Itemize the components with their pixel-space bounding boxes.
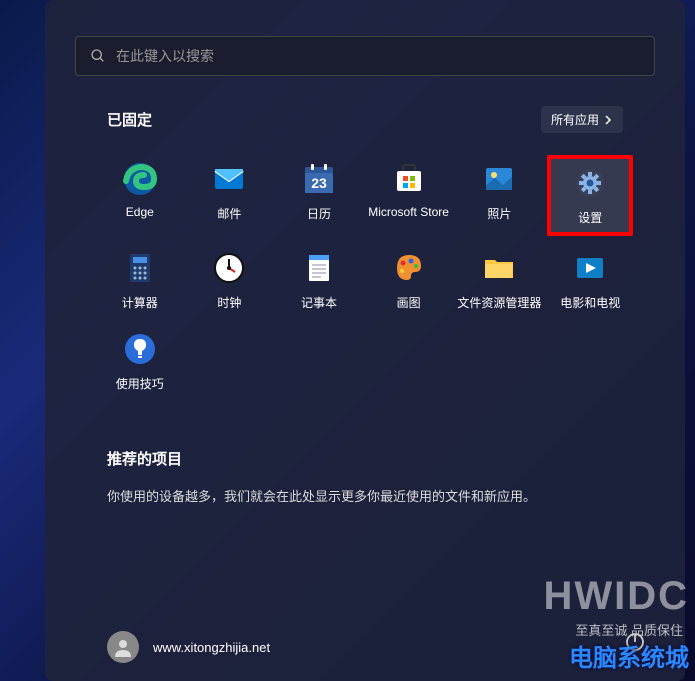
app-label: 计算器 xyxy=(122,294,158,311)
photos-icon xyxy=(481,161,517,197)
paint-icon xyxy=(391,250,427,286)
app-label: 时钟 xyxy=(217,294,241,311)
app-label: 使用技巧 xyxy=(116,375,164,392)
user-name[interactable]: www.xitongzhijia.net xyxy=(153,640,270,655)
app-label: 邮件 xyxy=(217,205,241,222)
chevron-right-icon xyxy=(605,115,613,125)
app-calendar[interactable]: 23 日历 xyxy=(276,155,362,236)
app-label: 电影和电视 xyxy=(560,294,620,311)
app-paint[interactable]: 画图 xyxy=(366,244,452,317)
app-label: 记事本 xyxy=(301,294,337,311)
app-store[interactable]: Microsoft Store xyxy=(366,155,452,236)
all-apps-label: 所有应用 xyxy=(551,111,599,128)
search-placeholder: 在此键入以搜索 xyxy=(116,46,214,66)
app-mail[interactable]: 邮件 xyxy=(187,155,273,236)
recommended-title: 推荐的项目 xyxy=(107,448,623,469)
svg-text:23: 23 xyxy=(311,175,327,191)
brand-text: 电脑系统城 xyxy=(569,638,689,673)
pinned-title: 已固定 xyxy=(107,109,152,130)
app-label: 照片 xyxy=(487,205,511,222)
recommended-section: 推荐的项目 你使用的设备越多，我们就会在此处显示更多你最近使用的文件和新应用。 xyxy=(107,448,623,508)
all-apps-button[interactable]: 所有应用 xyxy=(541,106,623,133)
app-clock[interactable]: 时钟 xyxy=(187,244,273,317)
calculator-icon xyxy=(122,250,158,286)
search-box[interactable]: 在此键入以搜索 xyxy=(75,36,655,76)
search-icon xyxy=(90,48,106,64)
app-label: 文件资源管理器 xyxy=(457,294,541,311)
app-label: 设置 xyxy=(578,209,602,226)
pinned-apps-grid: Edge 邮件 23 日历 Microsoft Store 照片 xyxy=(97,155,633,398)
movies-icon xyxy=(572,250,608,286)
app-notepad[interactable]: 记事本 xyxy=(276,244,362,317)
pinned-header: 已固定 所有应用 xyxy=(107,106,623,133)
app-settings[interactable]: 设置 xyxy=(547,155,633,236)
app-label: 日历 xyxy=(307,205,331,222)
app-label: Microsoft Store xyxy=(368,205,449,219)
app-calculator[interactable]: 计算器 xyxy=(97,244,183,317)
app-tips[interactable]: 使用技巧 xyxy=(97,325,183,398)
notepad-icon xyxy=(301,250,337,286)
person-icon xyxy=(113,637,133,657)
watermark-text: HWIDC xyxy=(543,574,689,619)
calendar-icon: 23 xyxy=(301,161,337,197)
user-avatar[interactable] xyxy=(107,631,139,663)
tips-icon xyxy=(122,331,158,367)
app-movies[interactable]: 电影和电视 xyxy=(547,244,633,317)
store-icon xyxy=(391,161,427,197)
app-label: 画图 xyxy=(397,294,421,311)
folder-icon xyxy=(481,250,517,286)
app-explorer[interactable]: 文件资源管理器 xyxy=(455,244,543,317)
recommended-text: 你使用的设备越多，我们就会在此处显示更多你最近使用的文件和新应用。 xyxy=(107,487,623,508)
gear-icon xyxy=(572,165,608,201)
app-label: Edge xyxy=(126,205,154,219)
edge-icon xyxy=(122,161,158,197)
mail-icon xyxy=(211,161,247,197)
app-edge[interactable]: Edge xyxy=(97,155,183,236)
app-photos[interactable]: 照片 xyxy=(455,155,543,236)
clock-icon xyxy=(211,250,247,286)
